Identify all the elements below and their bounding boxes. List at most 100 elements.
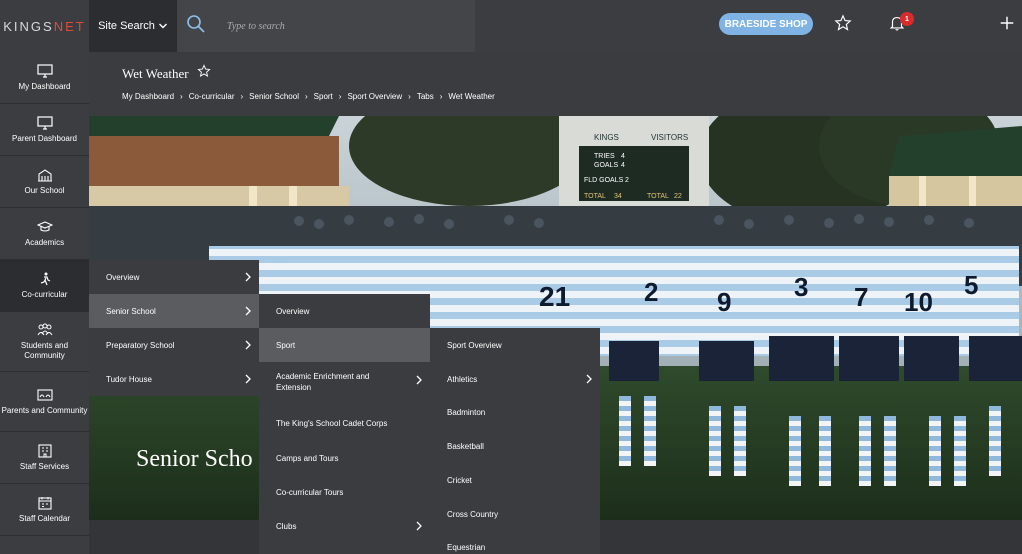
sidebar-item-students-and-community[interactable]: Students and Community [0, 312, 89, 372]
site-search-dropdown[interactable]: Site Search [89, 0, 177, 52]
menu-item-preparatory-school[interactable]: Preparatory School [89, 328, 259, 362]
sidebar-item-label: Academics [24, 237, 65, 247]
sidebar-item-co-curricular[interactable]: Co-curricular [0, 260, 89, 312]
sidebar-item-our-school[interactable]: Our School [0, 156, 89, 208]
menu-item-label: Basketball [447, 441, 484, 451]
submenu-item-co-curricular-tours[interactable]: Co-curricular Tours [259, 475, 430, 509]
sport-item-basketball[interactable]: Basketball [430, 429, 600, 463]
sidebar-item-staff-services[interactable]: Staff Services [0, 432, 89, 484]
menu-item-label: The King's School Cadet Corps [276, 418, 388, 428]
sidebar-item-staff-calendar[interactable]: Staff Calendar [0, 484, 89, 536]
breadcrumb-current: Wet Weather [448, 92, 495, 101]
page-title: Wet Weather [122, 66, 189, 81]
sidebar-item-label: Students and Community [20, 340, 69, 360]
search-box [177, 0, 475, 52]
site-search-label: Site Search [98, 20, 155, 32]
breadcrumb-link[interactable]: Tabs [417, 92, 434, 101]
sport-item-athletics[interactable]: Athletics [430, 362, 600, 396]
menu-item-label: Overview [106, 272, 140, 282]
breadcrumb-separator-icon: › [304, 92, 308, 101]
scoreboard-value: 22 [674, 193, 682, 200]
menu-item-overview[interactable]: Overview [89, 260, 259, 294]
breadcrumb-separator-icon: › [180, 92, 183, 101]
sidebar-item-label: Staff Calendar [19, 513, 70, 523]
scoreboard-value: 2 [625, 177, 629, 184]
menu-item-label: Cricket [447, 475, 472, 485]
submenu-item-academic-enrichment[interactable]: Academic Enrichment and Extension [259, 362, 430, 402]
svg-text:2: 2 [644, 277, 658, 307]
senior-school-submenu: Overview Sport Academic Enrichment and E… [259, 294, 430, 554]
scoreboard-row-label: GOALS [594, 162, 618, 169]
parents-icon [36, 388, 53, 401]
breadcrumb-separator-icon: › [240, 92, 244, 101]
menu-item-tudor-house[interactable]: Tudor House [89, 362, 259, 396]
people-group-icon [37, 323, 52, 335]
monitor-icon [36, 63, 53, 78]
menu-item-label: Sport [276, 340, 296, 350]
sport-item-cross-country[interactable]: Cross Country [430, 497, 600, 531]
sport-item-cricket[interactable]: Cricket [430, 463, 600, 497]
submenu-item-overview[interactable]: Overview [259, 294, 430, 328]
sidebar-item-label: Staff Services [19, 461, 70, 471]
notification-badge: 1 [900, 12, 914, 26]
breadcrumb-link[interactable]: My Dashboard [122, 92, 174, 101]
search-icon[interactable] [186, 14, 206, 34]
page-header: Wet Weather My Dashboard › Co-curricular ›… [89, 52, 1022, 116]
submenu-item-sport[interactable]: Sport [259, 328, 430, 362]
chevron-right-icon [586, 374, 592, 384]
braeside-shop-button[interactable]: BRAESIDE SHOP [719, 13, 813, 35]
menu-item-label: Equestrian [447, 542, 486, 552]
sidebar-item-label: Our School [24, 185, 65, 195]
sidebar-item-academics[interactable]: Academics [0, 208, 89, 260]
sport-item-sport-overview[interactable]: Sport Overview [430, 328, 600, 362]
sidebar-item-parents-and-community[interactable]: Parents and Community [0, 372, 89, 432]
menu-item-label: Clubs [276, 521, 297, 531]
breadcrumb-link[interactable]: Co-curricular [189, 92, 235, 101]
sidebar-item-parent-dashboard[interactable]: Parent Dashboard [0, 104, 89, 156]
graduation-cap-icon [36, 220, 53, 232]
chevron-right-icon [416, 521, 422, 531]
breadcrumb-link[interactable]: Sport [314, 92, 333, 101]
chevron-right-icon [245, 272, 251, 282]
top-bar: KINGSNET Site Search BRAESIDE SHOP 1 [0, 0, 1022, 52]
scoreboard-row-label: FLD GOALS [584, 177, 624, 184]
menu-item-label: Athletics [447, 374, 478, 384]
sidebar-item-label: My Dashboard [18, 81, 71, 91]
svg-text:5: 5 [964, 270, 978, 300]
sport-item-equestrian[interactable]: Equestrian [430, 530, 600, 554]
favorites-star-icon[interactable] [834, 14, 852, 32]
favorite-star-icon[interactable] [197, 64, 211, 78]
scoreboard-value: 4 [621, 162, 625, 169]
scoreboard-value: 34 [614, 193, 622, 200]
menu-item-senior-school[interactable]: Senior School [89, 294, 259, 328]
plus-icon[interactable] [998, 14, 1016, 32]
menu-item-label: Cross Country [447, 509, 499, 519]
chevron-right-icon [245, 374, 251, 384]
breadcrumb-link[interactable]: Sport Overview [347, 92, 402, 101]
chevron-right-icon [245, 306, 251, 316]
building-icon [37, 443, 52, 458]
runner-icon [40, 272, 50, 285]
sidebar-item-label: Parent Dashboard [12, 133, 77, 143]
breadcrumb-separator-icon: › [408, 92, 411, 101]
menu-item-label: Co-curricular Tours [276, 487, 344, 497]
submenu-item-cadet-corps[interactable]: The King's School Cadet Corps [259, 406, 430, 440]
scoreboard-home-label: KINGS [594, 133, 619, 142]
breadcrumb-separator-icon: › [338, 92, 342, 101]
chevron-right-icon [416, 375, 422, 385]
kingsnet-logo[interactable]: KINGS NET [0, 0, 89, 52]
submenu-item-clubs[interactable]: Clubs [259, 509, 430, 543]
search-input[interactable] [227, 16, 457, 36]
scoreboard-row-label: TRIES [594, 153, 615, 160]
scoreboard-away-label: VISITORS [651, 133, 688, 142]
sidebar-item-my-dashboard[interactable]: My Dashboard [0, 52, 89, 104]
school-building-icon [37, 168, 52, 182]
svg-text:10: 10 [904, 287, 933, 317]
menu-item-label: Sport Overview [447, 340, 502, 350]
svg-text:3: 3 [794, 272, 808, 302]
menu-item-label: Preparatory School [106, 340, 175, 350]
breadcrumb-link[interactable]: Senior School [249, 92, 299, 101]
submenu-item-camps-and-tours[interactable]: Camps and Tours [259, 441, 430, 475]
sport-item-badminton[interactable]: Badminton [430, 395, 600, 429]
chevron-right-icon [245, 340, 251, 350]
